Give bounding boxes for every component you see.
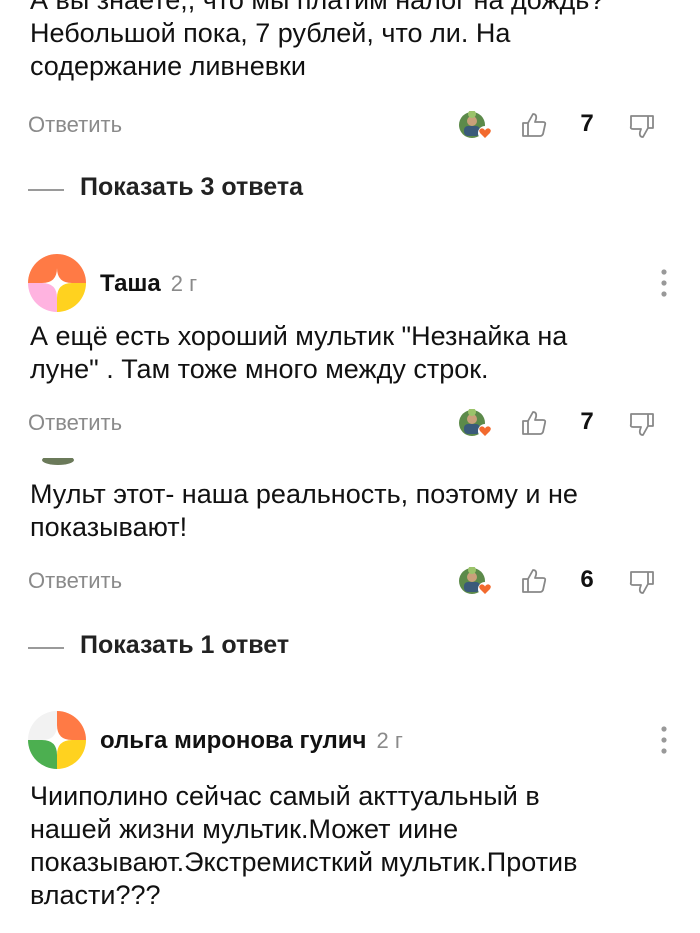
reply-button[interactable]: Ответить <box>28 112 122 138</box>
like-count: 7 <box>580 110 594 137</box>
show-replies-label: Показать 1 ответ <box>80 631 290 659</box>
comment-text-line: Мульт этот- наша реальность, поэтому и н… <box>30 479 578 509</box>
comment-text-line: Чииполино сейчас самый акттуальный в <box>30 781 540 811</box>
comment-time: 2 г <box>376 728 403 753</box>
show-replies-button[interactable]: Показать 3 ответа <box>28 170 348 210</box>
comment-text-line: Небольшой пока, 7 рублей, что ли. На <box>30 18 511 48</box>
show-replies-button[interactable]: Показать 1 ответ <box>28 628 328 668</box>
like-icon[interactable] <box>519 110 549 140</box>
comment-text: Мульт этот- наша реальность, поэтому и н… <box>30 478 670 544</box>
divider <box>28 647 64 649</box>
like-icon[interactable] <box>519 408 549 438</box>
author-name-text: ольга миронова гулич <box>100 727 367 754</box>
comment-text-line: луне" . Там тоже много между строк. <box>30 354 489 384</box>
dislike-icon[interactable] <box>627 112 657 142</box>
divider <box>28 189 64 191</box>
comment-text-line: нашей жизни мультик.Может иине <box>30 814 459 844</box>
comment-text-line: показывают! <box>30 512 188 542</box>
author-avatar[interactable] <box>28 254 86 312</box>
comment-text: Чииполино сейчас самый акттуальный в наш… <box>30 780 670 912</box>
comment-text-line: показывают.Экстремисткий мультик.Против <box>30 847 578 877</box>
reactor-avatar-icon[interactable] <box>458 567 494 597</box>
comment-text-line: содержание ливневки <box>30 51 306 81</box>
comment-text-line: А ещё есть хороший мультик "Незнайка на <box>30 321 568 351</box>
comment-text-line: А вы знаете,, что мы платим налог на дож… <box>30 0 605 15</box>
comment-header: Таша 2 г <box>28 254 678 314</box>
author-name-text: Таша <box>100 270 161 297</box>
reply-button[interactable]: Ответить <box>28 410 122 436</box>
comment-text: А вы знаете,, что мы платим налог на дож… <box>30 0 670 83</box>
comment-header: ольга миронова гулич 2 г <box>28 711 678 771</box>
like-icon[interactable] <box>519 566 549 596</box>
author-avatar[interactable] <box>28 711 86 769</box>
like-count: 7 <box>580 408 594 435</box>
comment-text-line: власти??? <box>30 880 161 910</box>
dislike-icon[interactable] <box>627 410 657 440</box>
reactor-avatar-icon[interactable] <box>458 111 494 141</box>
comment-time: 2 г <box>170 271 198 296</box>
reactor-avatar-icon <box>42 458 74 465</box>
comment-actions: Ответить 7 <box>0 406 700 442</box>
like-count: 6 <box>580 566 594 593</box>
show-replies-label: Показать 3 ответа <box>80 173 304 201</box>
reply-button[interactable]: Ответить <box>28 568 122 594</box>
more-vertical-icon[interactable] <box>654 723 674 757</box>
more-vertical-icon[interactable] <box>654 266 674 300</box>
author-name[interactable]: Таша 2 г <box>100 270 197 298</box>
comment-actions: Ответить 7 <box>0 108 700 144</box>
comment-actions: Ответить 6 <box>0 564 700 600</box>
reactor-avatar-icon[interactable] <box>458 409 494 439</box>
dislike-icon[interactable] <box>627 568 657 598</box>
comment-text: А ещё есть хороший мультик "Незнайка на … <box>30 320 670 386</box>
author-name[interactable]: ольга миронова гулич 2 г <box>100 727 403 755</box>
